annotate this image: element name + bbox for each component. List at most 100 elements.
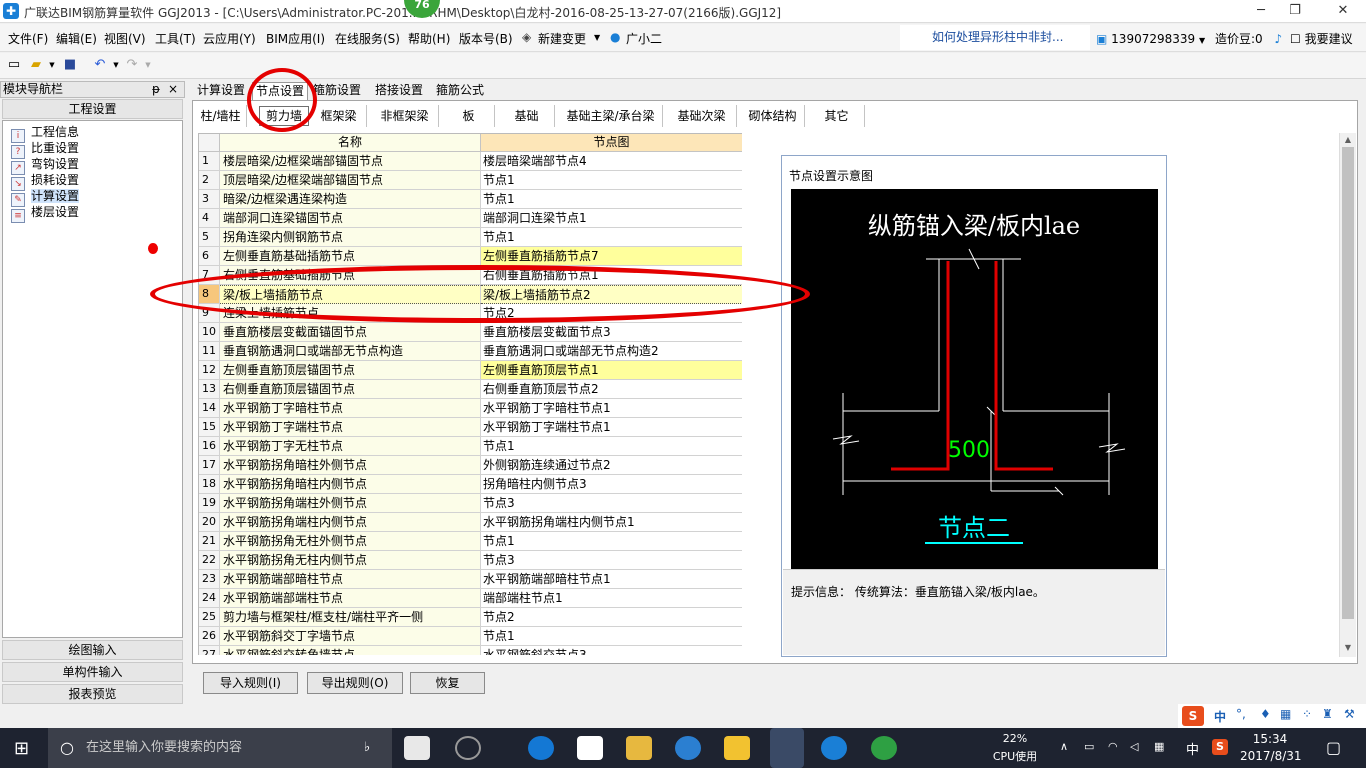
nav-item-density[interactable]: ? 比重设置 [11, 140, 79, 159]
keyboard-tray-icon[interactable]: ▦ [1154, 740, 1164, 753]
row-node-cell[interactable]: 节点1 [481, 437, 742, 456]
row-node-cell[interactable]: 水平钢筋丁字端柱节点1 [481, 418, 742, 437]
tab-foundation-secondary-beam[interactable]: 基础次梁 [667, 105, 737, 127]
nav-section-project-settings[interactable]: 工程设置 [2, 99, 183, 119]
row-node-cell[interactable]: 端部端柱节点1 [481, 589, 742, 608]
tab-foundation[interactable]: 基础 [499, 105, 555, 127]
taskbar-app-explorer[interactable] [626, 736, 652, 760]
microphone-icon[interactable]: ♭ [364, 728, 370, 768]
close-button[interactable]: ✕ [1326, 2, 1360, 20]
table-row[interactable]: 21 水平钢筋拐角无柱外侧节点 节点1 [199, 532, 742, 551]
nav-item-hook[interactable]: ↗ 弯钩设置 [11, 156, 79, 175]
row-node-cell[interactable]: 左侧垂直筋插筋节点7 [481, 247, 742, 266]
tab-non-frame-beam[interactable]: 非框架梁 [371, 105, 439, 127]
menu-version[interactable]: 版本号(B) [459, 30, 513, 47]
save-icon[interactable]: ■ [62, 57, 78, 73]
chevron-down-icon[interactable]: ▼ [594, 33, 600, 42]
tab-other[interactable]: 其它 [809, 105, 865, 127]
redo-icon[interactable]: ↷ [124, 57, 140, 73]
open-folder-icon[interactable]: ▰ [28, 57, 44, 73]
table-row[interactable]: 26 水平钢筋斜交丁字墙节点 节点1 [199, 627, 742, 646]
close-icon[interactable]: × [168, 82, 178, 97]
tray-ime[interactable]: 中 [1186, 739, 1199, 758]
table-row[interactable]: 3 暗梁/边框梁遇连梁构造 节点1 [199, 190, 742, 209]
taskbar-app-ggj-active[interactable] [770, 728, 804, 768]
tab-slab[interactable]: 板 [443, 105, 495, 127]
table-row[interactable]: 24 水平钢筋端部端柱节点 端部端柱节点1 [199, 589, 742, 608]
tab-stirrup-settings[interactable]: 箍筋设置 [310, 82, 364, 100]
new-file-icon[interactable]: ▭ [6, 57, 22, 73]
taskbar-app-glodon-1[interactable] [675, 736, 701, 760]
help-tip-link[interactable]: 如何处理异形柱中非封... [900, 25, 1090, 50]
punct-icon[interactable]: °, [1236, 707, 1246, 721]
taskbar-app-notes[interactable] [724, 736, 750, 760]
import-rules-button[interactable]: 导入规则(I) [203, 672, 298, 694]
nav-section-single-input[interactable]: 单构件输入 [2, 662, 183, 682]
menu-view[interactable]: 视图(V) [104, 30, 146, 47]
table-row[interactable]: 12 左侧垂直筋顶层锚固节点 左侧垂直筋顶层节点1 [199, 361, 742, 380]
suggest-link[interactable]: 我要建议 [1305, 32, 1353, 46]
menu-assistant[interactable]: 广小二 [626, 30, 662, 47]
taskbar-search[interactable]: ○ 在这里输入你要搜索的内容 ♭ [48, 728, 392, 768]
row-node-cell[interactable]: 右侧垂直筋顶层节点2 [481, 380, 742, 399]
row-node-cell[interactable]: 外侧钢筋连续通过节点2 [481, 456, 742, 475]
ime-mode[interactable]: 中 [1214, 708, 1226, 725]
tab-column[interactable]: 柱/墙柱 [195, 105, 247, 127]
tab-masonry[interactable]: 砌体结构 [741, 105, 805, 127]
row-node-cell[interactable]: 节点3 [481, 551, 742, 570]
scroll-thumb[interactable] [1342, 147, 1354, 619]
row-node-cell[interactable]: 水平钢筋拐角端柱内侧节点1 [481, 513, 742, 532]
nav-section-report[interactable]: 报表预览 [2, 684, 183, 704]
undo-icon[interactable]: ↶ [92, 57, 108, 73]
row-node-cell[interactable]: 端部洞口连梁节点1 [481, 209, 742, 228]
tray-expand-icon[interactable]: ∧ [1060, 740, 1068, 753]
taskbar-app-green[interactable] [871, 736, 897, 760]
table-row[interactable]: 10 垂直筋楼层变截面锚固节点 垂直筋楼层变截面节点3 [199, 323, 742, 342]
wrench-icon[interactable]: ⚒ [1344, 707, 1355, 721]
keyboard-icon[interactable]: ▦ [1280, 707, 1291, 721]
battery-icon[interactable]: ▭ [1084, 740, 1094, 753]
tray-sogou-icon[interactable]: S [1212, 739, 1228, 755]
row-node-cell[interactable]: 节点3 [481, 494, 742, 513]
menu-help[interactable]: 帮助(H) [408, 30, 450, 47]
restore-button[interactable]: 恢复 [410, 672, 485, 694]
tab-foundation-main-beam[interactable]: 基础主梁/承台梁 [559, 105, 663, 127]
nav-item-calc-settings[interactable]: ✎ 计算设置 [11, 188, 80, 207]
export-rules-button[interactable]: 导出规则(O) [307, 672, 403, 694]
clock-date[interactable]: 2017/8/31 [1240, 749, 1302, 763]
chevron-down-icon[interactable]: ▼ [44, 57, 60, 73]
table-row[interactable]: 25 剪力墙与框架柱/框支柱/端柱平齐一侧 节点2 [199, 608, 742, 627]
row-node-cell[interactable]: 垂直筋楼层变截面节点3 [481, 323, 742, 342]
table-row[interactable]: 17 水平钢筋拐角暗柱外侧节点 外侧钢筋连续通过节点2 [199, 456, 742, 475]
menu-tools[interactable]: 工具(T) [155, 30, 196, 47]
notification-icon[interactable]: ▢ [1326, 738, 1341, 757]
table-row[interactable]: 13 右侧垂直筋顶层锚固节点 右侧垂直筋顶层节点2 [199, 380, 742, 399]
row-node-cell[interactable]: 节点2 [481, 608, 742, 627]
table-row[interactable]: 22 水平钢筋拐角无柱内侧节点 节点3 [199, 551, 742, 570]
taskbar-app-fan[interactable] [404, 736, 430, 760]
taskbar-app-edge[interactable] [528, 736, 554, 760]
table-row[interactable]: 11 垂直钢筋遇洞口或端部无节点构造 垂直筋遇洞口或端部无节点构造2 [199, 342, 742, 361]
table-row[interactable]: 19 水平钢筋拐角端柱外侧节点 节点3 [199, 494, 742, 513]
nav-item-floor-settings[interactable]: ≡ 楼层设置 [11, 204, 79, 223]
scroll-down-icon[interactable]: ▼ [1340, 641, 1356, 655]
menu-cloud[interactable]: 云应用(Y) [203, 30, 256, 47]
table-row[interactable]: 4 端部洞口连梁锚固节点 端部洞口连梁节点1 [199, 209, 742, 228]
row-node-cell[interactable]: 水平钢筋丁字暗柱节点1 [481, 399, 742, 418]
chevron-down-icon[interactable]: ▼ [140, 57, 156, 73]
row-node-cell[interactable]: 楼层暗梁端部节点4 [481, 152, 742, 171]
table-row[interactable]: 14 水平钢筋丁字暗柱节点 水平钢筋丁字暗柱节点1 [199, 399, 742, 418]
menu-new-change[interactable]: 新建变更 [538, 30, 586, 47]
menu-edit[interactable]: 编辑(E) [56, 30, 97, 47]
bell-icon[interactable]: ♪ [1274, 32, 1282, 46]
clock-time[interactable]: 15:34 [1240, 732, 1300, 746]
minimize-button[interactable]: ─ [1244, 2, 1278, 20]
chevron-down-icon[interactable]: ▼ [108, 57, 124, 73]
row-node-cell[interactable]: 节点1 [481, 228, 742, 247]
cost-beans[interactable]: 造价豆:0 [1215, 32, 1263, 46]
tab-stirrup-formula[interactable]: 箍筋公式 [433, 82, 487, 100]
row-node-cell[interactable]: 左侧垂直筋顶层节点1 [481, 361, 742, 380]
menu-file[interactable]: 文件(F) [8, 30, 48, 47]
maximize-button[interactable]: ❐ [1278, 2, 1312, 20]
table-row[interactable]: 18 水平钢筋拐角暗柱内侧节点 拐角暗柱内侧节点3 [199, 475, 742, 494]
